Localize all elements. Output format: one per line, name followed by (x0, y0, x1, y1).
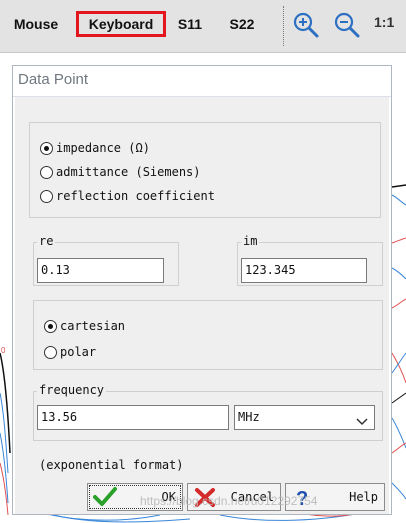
radio-reflection-coefficient[interactable]: reflection coefficient (40, 187, 215, 205)
svg-text:0: 0 (1, 346, 6, 355)
re-input[interactable]: 0.13 (37, 258, 164, 283)
frequency-input[interactable]: 13.56 (37, 405, 229, 430)
dialog-title: Data Point (18, 71, 89, 88)
radio-cartesian-label: cartesian (60, 319, 126, 333)
im-label: im (241, 234, 260, 248)
radio-reflection-indicator[interactable] (40, 189, 53, 203)
toolbar: Mouse Keyboard S11 S22 1:1 (0, 0, 406, 53)
keyboard-tab[interactable]: Keyboard (76, 11, 166, 37)
dialog-title-bar[interactable]: Data Point (13, 66, 391, 97)
chevron-down-icon[interactable] (356, 412, 368, 435)
zoom-reset-button[interactable]: 1:1 (374, 14, 394, 30)
exponential-format-hint: (exponential format) (39, 458, 184, 472)
radio-cartesian[interactable]: cartesian (44, 317, 125, 335)
representation-group: impedance (Ω) admittance (Siemens) refle… (29, 122, 381, 218)
mouse-tab[interactable]: Mouse (8, 11, 64, 37)
help-button-label: Help (349, 490, 378, 504)
data-point-dialog: Data Point impedance (Ω) admittance (Sie… (12, 65, 392, 515)
toolbar-separator (283, 6, 285, 46)
radio-polar[interactable]: polar (44, 343, 96, 361)
frequency-unit-select[interactable]: MHz (234, 405, 375, 430)
s11-tab[interactable]: S11 (174, 11, 206, 37)
zoom-out-icon[interactable] (332, 10, 362, 40)
s22-tab[interactable]: S22 (224, 11, 260, 37)
watermark: https://blog.csdn.net/u012292754 (140, 494, 318, 508)
checkmark-icon (92, 486, 118, 511)
coordinates-group: cartesian polar (33, 300, 383, 370)
re-label: re (37, 234, 56, 248)
frequency-unit-value: MHz (238, 410, 260, 424)
radio-impedance-label: impedance (Ω) (56, 141, 150, 155)
radio-polar-label: polar (60, 345, 97, 359)
dialog-body: impedance (Ω) admittance (Siemens) refle… (15, 97, 389, 514)
radio-admittance-indicator[interactable] (40, 165, 53, 179)
radio-cartesian-indicator[interactable] (44, 319, 57, 333)
zoom-in-icon[interactable] (291, 10, 321, 40)
radio-admittance[interactable]: admittance (Siemens) (40, 163, 201, 181)
radio-polar-indicator[interactable] (44, 345, 57, 359)
radio-reflection-label: reflection coefficient (56, 189, 215, 203)
radio-impedance-indicator[interactable] (40, 141, 53, 155)
radio-impedance[interactable]: impedance (Ω) (40, 139, 150, 157)
im-input[interactable]: 123.345 (241, 258, 367, 283)
frequency-label: frequency (37, 383, 107, 397)
radio-admittance-label: admittance (Siemens) (56, 165, 201, 179)
